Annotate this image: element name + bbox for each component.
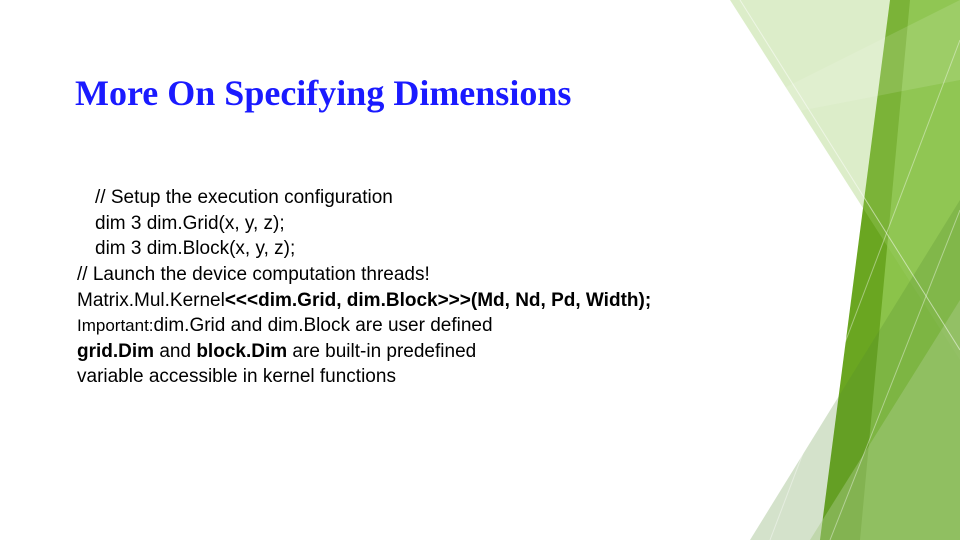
code-line-1: // Setup the execution configuration — [77, 185, 797, 211]
note-line-3: variable accessible in kernel functions — [77, 364, 797, 390]
code-line-5-launch: <<<dim.Grid, dim.Block>>>(Md, Nd, Pd, Wi… — [225, 290, 651, 311]
note-line-2-and: and — [154, 341, 196, 362]
note-line-1-text: dim.Grid and dim.Block are user defined — [154, 315, 493, 336]
code-line-4: // Launch the device computation threads… — [77, 262, 797, 288]
note-important-label: Important: — [77, 316, 154, 335]
slide-title: More On Specifying Dimensions — [75, 74, 571, 114]
note-griddim: grid.Dim — [77, 341, 154, 362]
code-line-5: Matrix.Mul.Kernel<<<dim.Grid, dim.Block>… — [77, 288, 797, 314]
note-line-2: grid.Dim and block.Dim are built-in pred… — [77, 339, 797, 365]
note-line-1: Important:dim.Grid and dim.Block are use… — [77, 313, 797, 339]
code-line-3: dim 3 dim.Block(x, y, z); — [77, 236, 797, 262]
slide: More On Specifying Dimensions // Setup t… — [0, 0, 960, 540]
note-line-2-rest: are built-in predefined — [287, 341, 476, 362]
slide-body: // Setup the execution configuration dim… — [77, 185, 797, 390]
code-line-2: dim 3 dim.Grid(x, y, z); — [77, 211, 797, 237]
code-line-5-pre: Matrix.Mul.Kernel — [77, 290, 225, 311]
note-blockdim: block.Dim — [196, 341, 287, 362]
